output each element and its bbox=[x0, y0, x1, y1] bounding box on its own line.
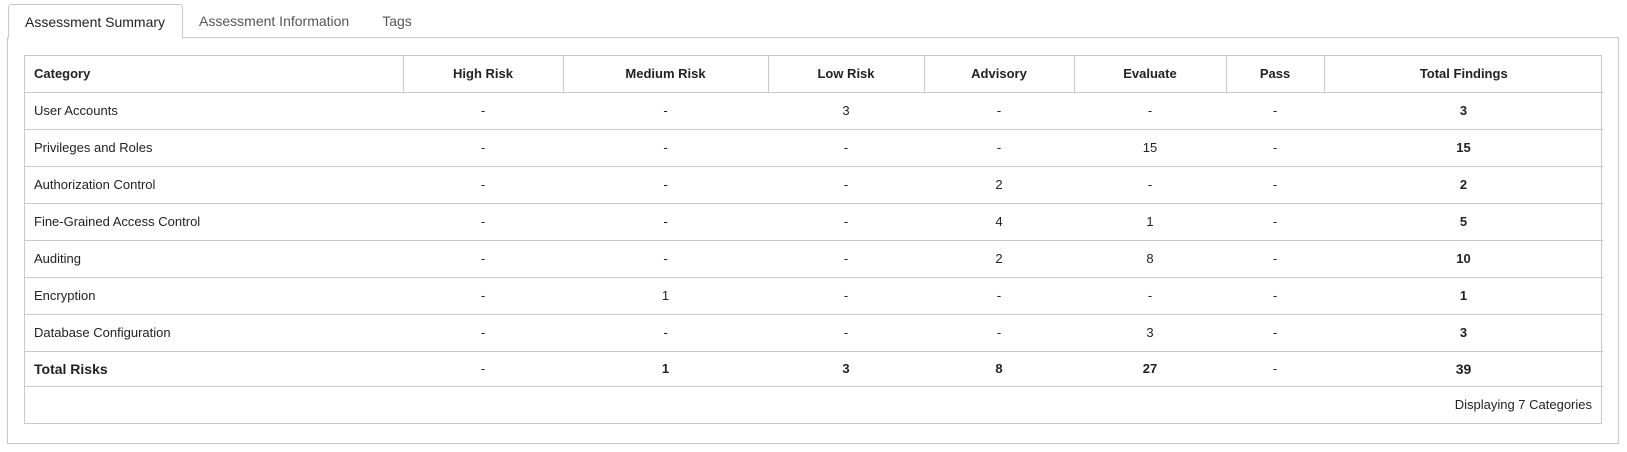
cell-category: Authorization Control bbox=[25, 166, 403, 204]
cell-total-findings: 15 bbox=[1324, 129, 1603, 167]
table-row: Privileges and Roles - - - - 15 - 15 bbox=[25, 129, 1603, 167]
table-row: Auditing - - - 2 8 - 10 bbox=[25, 240, 1603, 278]
cell-category: Database Configuration bbox=[25, 314, 403, 352]
table-footer-count: Displaying 7 Categories bbox=[1454, 396, 1592, 412]
cell-evaluate: 15 bbox=[1074, 129, 1226, 167]
column-header-category[interactable]: Category bbox=[25, 56, 404, 93]
cell-total-findings: 3 bbox=[1324, 314, 1603, 352]
cell-evaluate: 3 bbox=[1074, 314, 1226, 352]
cell-advisory: - bbox=[924, 314, 1074, 352]
grand-total-findings: 39 bbox=[1324, 351, 1603, 387]
column-header-pass[interactable]: Pass bbox=[1226, 56, 1325, 93]
cell-medium-risk: - bbox=[563, 92, 768, 130]
column-header-medium-risk[interactable]: Medium Risk bbox=[563, 56, 769, 93]
total-evaluate: 27 bbox=[1074, 351, 1226, 387]
column-header-advisory[interactable]: Advisory bbox=[924, 56, 1075, 93]
cell-high-risk: - bbox=[403, 92, 563, 130]
cell-pass: - bbox=[1226, 277, 1324, 315]
cell-low-risk: - bbox=[768, 129, 924, 167]
cell-category: Privileges and Roles bbox=[25, 129, 403, 167]
cell-total-findings: 5 bbox=[1324, 203, 1603, 241]
totals-label: Total Risks bbox=[25, 351, 403, 387]
tab-assessment-information[interactable]: Assessment Information bbox=[183, 4, 366, 38]
total-medium-risk: 1 bbox=[563, 351, 768, 387]
cell-high-risk: - bbox=[403, 166, 563, 204]
assessment-summary-panel: Category High Risk Medium Risk Low Risk … bbox=[7, 37, 1619, 444]
totals-row: Total Risks - 1 3 8 27 - 39 bbox=[25, 351, 1603, 387]
cell-advisory: 2 bbox=[924, 166, 1074, 204]
cell-high-risk: - bbox=[403, 129, 563, 167]
cell-category: Fine-Grained Access Control bbox=[25, 203, 403, 241]
cell-category: User Accounts bbox=[25, 92, 403, 130]
cell-high-risk: - bbox=[403, 314, 563, 352]
cell-low-risk: - bbox=[768, 203, 924, 241]
cell-medium-risk: - bbox=[563, 314, 768, 352]
cell-evaluate: - bbox=[1074, 92, 1226, 130]
cell-medium-risk: - bbox=[563, 166, 768, 204]
cell-medium-risk: 1 bbox=[563, 277, 768, 315]
summary-table: Category High Risk Medium Risk Low Risk … bbox=[25, 56, 1603, 387]
cell-total-findings: 3 bbox=[1324, 92, 1603, 130]
tab-tags[interactable]: Tags bbox=[366, 4, 429, 38]
cell-evaluate: - bbox=[1074, 277, 1226, 315]
cell-pass: - bbox=[1226, 166, 1324, 204]
cell-pass: - bbox=[1226, 240, 1324, 278]
cell-low-risk: - bbox=[768, 166, 924, 204]
cell-total-findings: 1 bbox=[1324, 277, 1603, 315]
table-row: Authorization Control - - - 2 - - 2 bbox=[25, 166, 1603, 204]
column-header-low-risk[interactable]: Low Risk bbox=[768, 56, 925, 93]
cell-pass: - bbox=[1226, 92, 1324, 130]
column-header-total-findings[interactable]: Total Findings bbox=[1324, 56, 1603, 93]
table-row: User Accounts - - 3 - - - 3 bbox=[25, 92, 1603, 130]
cell-category: Auditing bbox=[25, 240, 403, 278]
cell-advisory: - bbox=[924, 92, 1074, 130]
cell-pass: - bbox=[1226, 314, 1324, 352]
tab-bar: Assessment Summary Assessment Informatio… bbox=[8, 4, 429, 39]
table-row: Fine-Grained Access Control - - - 4 1 - … bbox=[25, 203, 1603, 241]
cell-medium-risk: - bbox=[563, 203, 768, 241]
tab-assessment-summary[interactable]: Assessment Summary bbox=[8, 4, 184, 39]
total-low-risk: 3 bbox=[768, 351, 924, 387]
total-advisory: 8 bbox=[924, 351, 1074, 387]
table-header-row: Category High Risk Medium Risk Low Risk … bbox=[25, 56, 1603, 93]
cell-low-risk: - bbox=[768, 277, 924, 315]
cell-advisory: 4 bbox=[924, 203, 1074, 241]
column-header-high-risk[interactable]: High Risk bbox=[403, 56, 564, 93]
cell-medium-risk: - bbox=[563, 129, 768, 167]
cell-total-findings: 10 bbox=[1324, 240, 1603, 278]
cell-evaluate: 8 bbox=[1074, 240, 1226, 278]
cell-evaluate: - bbox=[1074, 166, 1226, 204]
cell-high-risk: - bbox=[403, 240, 563, 278]
table-row: Encryption - 1 - - - - 1 bbox=[25, 277, 1603, 315]
cell-advisory: - bbox=[924, 129, 1074, 167]
column-header-evaluate[interactable]: Evaluate bbox=[1074, 56, 1227, 93]
cell-advisory: 2 bbox=[924, 240, 1074, 278]
cell-advisory: - bbox=[924, 277, 1074, 315]
cell-low-risk: - bbox=[768, 240, 924, 278]
total-high-risk: - bbox=[403, 351, 563, 387]
cell-pass: - bbox=[1226, 129, 1324, 167]
cell-high-risk: - bbox=[403, 277, 563, 315]
cell-total-findings: 2 bbox=[1324, 166, 1603, 204]
cell-high-risk: - bbox=[403, 203, 563, 241]
cell-low-risk: - bbox=[768, 314, 924, 352]
summary-table-container: Category High Risk Medium Risk Low Risk … bbox=[24, 55, 1603, 424]
cell-pass: - bbox=[1226, 203, 1324, 241]
cell-category: Encryption bbox=[25, 277, 403, 315]
table-row: Database Configuration - - - - 3 - 3 bbox=[25, 314, 1603, 352]
cell-low-risk: 3 bbox=[768, 92, 924, 130]
cell-evaluate: 1 bbox=[1074, 203, 1226, 241]
total-pass: - bbox=[1226, 351, 1324, 387]
cell-medium-risk: - bbox=[563, 240, 768, 278]
